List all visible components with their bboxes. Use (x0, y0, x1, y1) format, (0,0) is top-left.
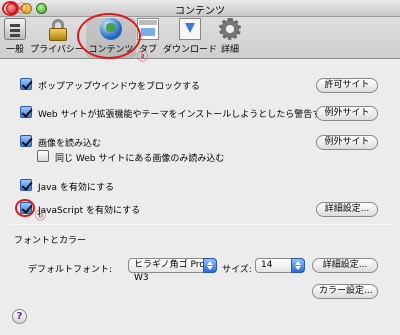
popups-label: ポップアップウインドウをブロックする (38, 82, 201, 92)
tab-advanced-label: 詳細 (220, 45, 239, 55)
annotation-a: ⓐ (137, 50, 148, 63)
general-icon (4, 18, 26, 40)
window-title: コンテンツ (175, 6, 225, 17)
javascript-label: JavaScript を有効にする (38, 206, 141, 216)
preferences-window: コンテンツ 一般 プライバシー コンテンツ タブ ダウンロード 詳細 ⓒ ⓐ ⓑ… (0, 0, 400, 335)
option-images-row: 画像を読み込む (20, 135, 220, 149)
annotation-ring-content (77, 13, 141, 59)
option-extensions-row: Web サイトが拡張機能やテーマをインストールしようとしたら警告する (20, 106, 330, 120)
option-java-row: Java を有効にする (20, 179, 220, 193)
default-font-select[interactable]: ヒラギノ角ゴ Pro W3 (128, 258, 217, 283)
download-icon (179, 18, 201, 40)
load-images-label: 画像を読み込む (38, 139, 102, 149)
images-exceptions-button[interactable]: 例外サイト (316, 135, 378, 150)
fonts-section-title: フォントとカラー (14, 236, 87, 246)
extensions-exceptions-button[interactable]: 例外サイト (316, 106, 378, 121)
javascript-settings-button[interactable]: 詳細設定... (316, 202, 378, 217)
same-site-images-label: 同じ Web サイトにある画像のみ読み込む (55, 154, 225, 164)
color-settings-button[interactable]: カラー設定... (312, 284, 378, 299)
allowed-sites-button[interactable]: 許可サイト (316, 78, 378, 93)
tab-privacy-label: プライバシー (30, 45, 84, 55)
font-size-label: サイズ: (222, 265, 252, 275)
default-font-label: デフォルトフォント: (28, 265, 113, 275)
java-checkbox[interactable] (20, 179, 32, 191)
tab-general[interactable]: 一般 (2, 18, 28, 55)
preferences-toolbar: 一般 プライバシー コンテンツ タブ ダウンロード 詳細 (0, 17, 400, 59)
help-button[interactable]: ? (12, 309, 27, 324)
default-font-value: ヒラギノ角ゴ Pro W3 (134, 260, 205, 283)
font-settings-button[interactable]: 詳細設定... (312, 258, 378, 273)
java-label: Java を有効にする (38, 183, 114, 193)
font-size-value: 14 (261, 260, 273, 270)
same-site-images-checkbox[interactable] (37, 150, 49, 162)
load-images-checkbox[interactable] (20, 135, 32, 147)
tab-privacy[interactable]: プライバシー (30, 18, 84, 55)
title-bar: コンテンツ (0, 0, 400, 17)
javascript-checkbox[interactable] (20, 202, 32, 214)
popups-checkbox[interactable] (20, 78, 32, 90)
tab-downloads-label: ダウンロード (162, 45, 217, 55)
lock-icon (46, 18, 68, 41)
tab-general-label: 一般 (5, 45, 24, 55)
tab-advanced[interactable]: 詳細 (218, 18, 242, 55)
extensions-warning-label: Web サイトが拡張機能やテーマをインストールしようとしたら警告する (38, 110, 331, 120)
tab-downloads[interactable]: ダウンロード (162, 18, 218, 55)
section-divider (9, 224, 391, 225)
extensions-warning-checkbox[interactable] (20, 106, 32, 118)
option-javascript-row: JavaScript を有効にする (20, 202, 220, 216)
gear-icon (219, 18, 241, 40)
option-same-site-images-row: 同じ Web サイトにある画像のみ読み込む (37, 150, 287, 164)
annotation-c: ⓒ (16, 2, 27, 15)
font-size-select[interactable]: 14 (255, 258, 305, 273)
chevron-updown-icon (291, 258, 305, 273)
chevron-updown-icon (203, 258, 217, 273)
